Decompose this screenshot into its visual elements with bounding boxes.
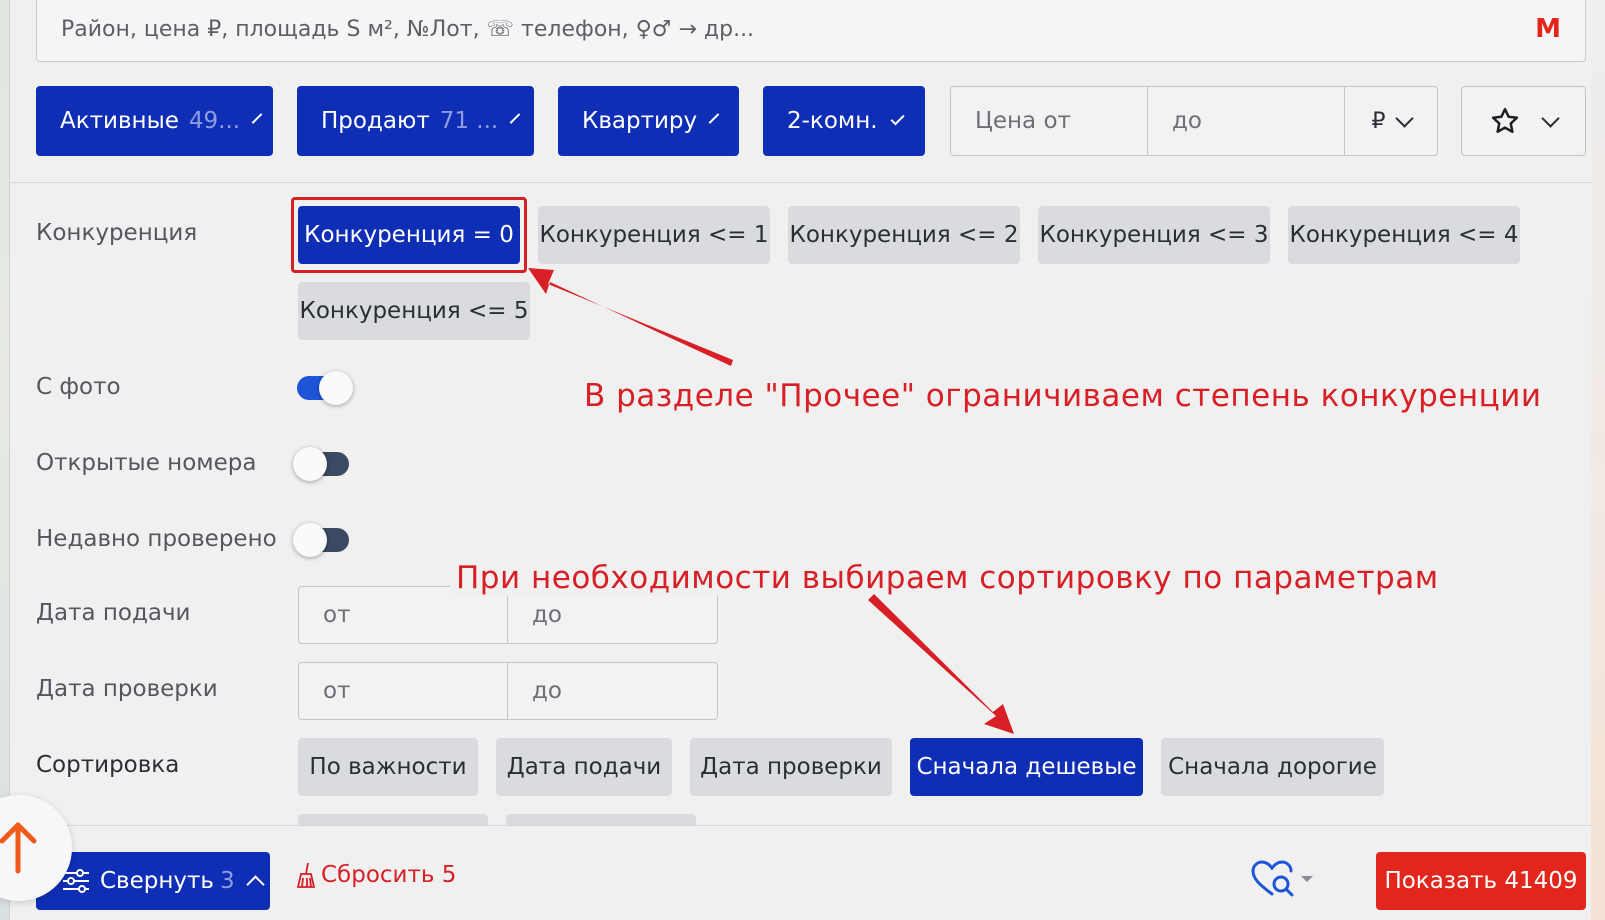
- sliders-icon: [63, 869, 89, 893]
- recently-checked-toggle[interactable]: [293, 523, 349, 557]
- annotation-sorting: При необходимости выбираем сортировку по…: [450, 560, 1445, 596]
- collapse-filters-button[interactable]: Свернуть 3: [36, 852, 270, 910]
- deal-type-dropdown[interactable]: Продают 71 ...: [297, 86, 534, 156]
- sort-option-date-checked[interactable]: Дата проверки: [690, 738, 892, 796]
- status-filter-count: 49...: [188, 108, 241, 134]
- search-input[interactable]: Район, цена ₽, площадь S м², №Лот, ☏ тел…: [36, 0, 1586, 62]
- open-numbers-toggle[interactable]: [293, 447, 349, 481]
- metro-icon[interactable]: М: [1535, 14, 1561, 44]
- reset-filters-button[interactable]: Сбросить 5: [295, 862, 456, 888]
- deal-type-count: 71 ...: [439, 108, 499, 134]
- date-checked-range: от до: [298, 662, 718, 720]
- toggle-knob: [319, 371, 353, 405]
- competition-option-3[interactable]: Конкуренция <= 3: [1038, 206, 1270, 264]
- price-to-input[interactable]: до: [1148, 87, 1345, 155]
- toggle-knob: [293, 447, 327, 481]
- favorites-dropdown[interactable]: [1461, 86, 1586, 156]
- sort-option-cheap-first[interactable]: Сначала дешевые: [910, 738, 1143, 796]
- toggle-knob: [293, 523, 327, 557]
- star-icon: [1491, 107, 1519, 133]
- competition-option-5[interactable]: Конкуренция <= 5: [298, 282, 530, 340]
- date-checked-label: Дата проверки: [36, 676, 218, 702]
- competition-option-2[interactable]: Конкуренция <= 2: [788, 206, 1020, 264]
- show-results-button[interactable]: Показать 41409: [1376, 852, 1586, 910]
- page-right-edge: [1591, 0, 1605, 920]
- status-filter-label: Активные: [60, 108, 179, 134]
- currency-dropdown[interactable]: ₽: [1345, 87, 1437, 155]
- section-divider: [10, 182, 1591, 183]
- broom-icon: [296, 862, 316, 888]
- date-checked-from-input[interactable]: от: [299, 663, 508, 719]
- competition-label: Конкуренция: [36, 220, 198, 246]
- chevron-down-icon: [1394, 108, 1414, 128]
- competition-option-4[interactable]: Конкуренция <= 4: [1288, 206, 1520, 264]
- rooms-label: 2-комн.: [787, 108, 878, 134]
- reset-label: Сбросить 5: [321, 862, 457, 888]
- chevron-down-icon: [890, 110, 905, 126]
- competition-option-1[interactable]: Конкуренция <= 1: [538, 206, 770, 264]
- rooms-dropdown[interactable]: 2-комн.: [763, 86, 925, 156]
- chevron-down-icon: [509, 112, 521, 124]
- arrow-up-icon: [0, 822, 37, 874]
- chevron-up-icon: [245, 874, 265, 894]
- chevron-down-icon: [1541, 108, 1560, 128]
- page-left-edge: [0, 0, 10, 920]
- search-placeholder: Район, цена ₽, площадь S м², №Лот, ☏ тел…: [61, 16, 755, 42]
- highlight-frame: [291, 197, 527, 273]
- saved-search-dropdown[interactable]: [1250, 860, 1314, 898]
- arrow-to-sorting: [868, 594, 1014, 734]
- price-from-input[interactable]: Цена от: [951, 87, 1148, 155]
- deal-type-label: Продают: [321, 108, 430, 134]
- collapse-count: 3: [219, 868, 235, 894]
- caret-down-icon: [1301, 876, 1313, 882]
- date-filed-label: Дата подачи: [36, 600, 191, 626]
- heart-search-icon: [1251, 860, 1294, 897]
- sort-option-expensive-first[interactable]: Сначала дорогие: [1161, 738, 1384, 796]
- sorting-label: Сортировка: [36, 752, 180, 778]
- price-range: Цена от до ₽: [950, 86, 1438, 156]
- recently-checked-label: Недавно проверено: [36, 526, 277, 552]
- arrow-to-competition: [528, 268, 733, 366]
- sort-option-importance[interactable]: По важности: [298, 738, 478, 796]
- open-numbers-label: Открытые номера: [36, 450, 257, 476]
- property-type-dropdown[interactable]: Квартиру: [558, 86, 739, 156]
- date-checked-to-input[interactable]: до: [508, 663, 717, 719]
- status-filter-dropdown[interactable]: Активные 49...: [36, 86, 273, 156]
- sort-option-date-filed[interactable]: Дата подачи: [496, 738, 672, 796]
- property-type-label: Квартиру: [582, 108, 698, 134]
- collapse-label: Свернуть: [100, 868, 214, 894]
- chevron-down-icon: [251, 112, 263, 124]
- with-photo-label: С фото: [36, 374, 121, 400]
- annotation-competition: В разделе "Прочее" ограничиваем степень …: [584, 378, 1542, 414]
- chevron-down-icon: [708, 112, 720, 124]
- currency-label: ₽: [1371, 108, 1386, 134]
- with-photo-toggle[interactable]: [297, 371, 353, 405]
